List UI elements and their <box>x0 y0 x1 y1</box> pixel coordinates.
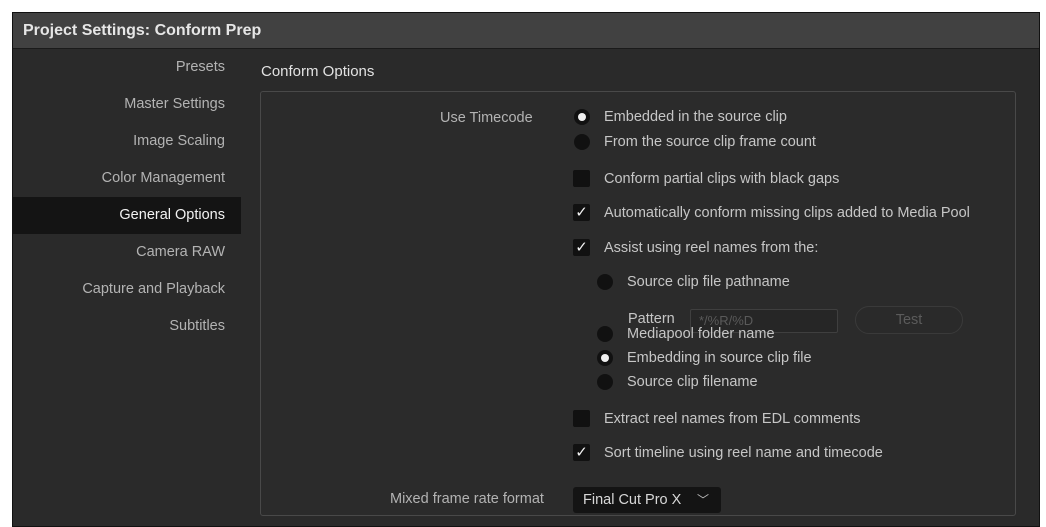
pattern-label: Pattern <box>628 311 675 327</box>
auto-conform-row[interactable]: ✓ Automatically conform missing clips ad… <box>573 204 970 221</box>
mixed-frame-rate-value: Final Cut Pro X <box>583 492 682 508</box>
reel-source-folder-label: Mediapool folder name <box>627 326 775 342</box>
radio-button[interactable] <box>597 274 613 290</box>
mixed-frame-rate-dropdown[interactable]: Final Cut Pro X ﹀ <box>573 487 721 513</box>
extract-reel-label: Extract reel names from EDL comments <box>604 410 861 427</box>
timecode-embedded-option[interactable]: Embedded in the source clip <box>574 109 787 125</box>
chevron-down-icon: ﹀ <box>697 493 710 507</box>
timecode-embedded-label: Embedded in the source clip <box>604 109 787 125</box>
checkmark-icon: ✓ <box>575 239 588 256</box>
sidebar-item-master-settings[interactable]: Master Settings <box>13 86 241 123</box>
auto-conform-checkbox[interactable]: ✓ <box>573 204 590 221</box>
assist-reel-row[interactable]: ✓ Assist using reel names from the: <box>573 239 818 256</box>
radio-button[interactable] <box>574 134 590 150</box>
checkmark-icon: ✓ <box>575 444 588 461</box>
sidebar-item-capture-and-playback[interactable]: Capture and Playback <box>13 271 241 308</box>
extract-reel-row[interactable]: Extract reel names from EDL comments <box>573 410 861 427</box>
reel-source-embedding-option[interactable]: Embedding in source clip file <box>597 350 812 366</box>
project-settings-window: Project Settings: Conform Prep Presets M… <box>12 12 1040 527</box>
sort-timeline-row[interactable]: ✓ Sort timeline using reel name and time… <box>573 444 883 461</box>
extract-reel-checkbox[interactable] <box>573 410 590 427</box>
reel-source-folder-option[interactable]: Mediapool folder name <box>597 326 775 342</box>
radio-button[interactable] <box>597 326 613 342</box>
window-title: Project Settings: Conform Prep <box>13 13 1039 49</box>
sidebar-item-camera-raw[interactable]: Camera RAW <box>13 234 241 271</box>
radio-button-checked[interactable] <box>574 109 590 125</box>
reel-source-pathname-label: Source clip file pathname <box>627 274 790 290</box>
timecode-frame-count-label: From the source clip frame count <box>604 134 816 150</box>
sidebar-item-image-scaling[interactable]: Image Scaling <box>13 123 241 160</box>
mixed-frame-rate-label: Mixed frame rate format <box>390 491 544 507</box>
conform-partial-label: Conform partial clips with black gaps <box>604 170 840 187</box>
sidebar-item-subtitles[interactable]: Subtitles <box>13 308 241 345</box>
reel-source-embedding-label: Embedding in source clip file <box>627 350 812 366</box>
radio-button[interactable] <box>597 374 613 390</box>
reel-source-pathname-option[interactable]: Source clip file pathname <box>597 274 790 290</box>
settings-sidebar: Presets Master Settings Image Scaling Co… <box>13 49 241 526</box>
auto-conform-label: Automatically conform missing clips adde… <box>604 204 970 221</box>
assist-reel-checkbox[interactable]: ✓ <box>573 239 590 256</box>
reel-source-filename-label: Source clip filename <box>627 374 758 390</box>
section-title: Conform Options <box>261 63 375 80</box>
use-timecode-label: Use Timecode <box>440 110 533 126</box>
sort-timeline-checkbox[interactable]: ✓ <box>573 444 590 461</box>
test-button[interactable]: Test <box>855 306 963 334</box>
checkmark-icon: ✓ <box>575 204 588 221</box>
assist-reel-label: Assist using reel names from the: <box>604 239 819 256</box>
sort-timeline-label: Sort timeline using reel name and timeco… <box>604 444 883 461</box>
sidebar-item-color-management[interactable]: Color Management <box>13 160 241 197</box>
radio-button-checked[interactable] <box>597 350 613 366</box>
timecode-frame-count-option[interactable]: From the source clip frame count <box>574 134 816 150</box>
sidebar-item-presets[interactable]: Presets <box>13 49 241 86</box>
sidebar-item-general-options[interactable]: General Options <box>13 197 241 234</box>
conform-partial-checkbox[interactable] <box>573 170 590 187</box>
reel-source-filename-option[interactable]: Source clip filename <box>597 374 758 390</box>
conform-partial-row[interactable]: Conform partial clips with black gaps <box>573 170 839 187</box>
